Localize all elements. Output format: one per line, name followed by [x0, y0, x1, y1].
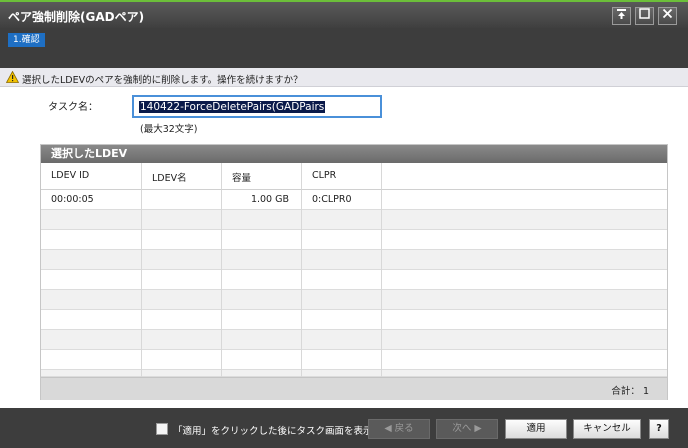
table-title: 選択したLDEV: [41, 145, 667, 163]
empty-cell: [302, 270, 382, 290]
empty-cell: [41, 330, 142, 350]
empty-cell: [41, 290, 142, 310]
empty-cell: [302, 250, 382, 270]
empty-cell: [142, 310, 222, 330]
empty-cell: [302, 290, 382, 310]
selected-ldev-table: 選択したLDEV LDEV ID LDEV名 容量 CLPR 00:00:05 …: [40, 144, 668, 400]
table-total: 合計： 1: [611, 383, 649, 397]
empty-cell: [302, 310, 382, 330]
empty-cell: [222, 290, 302, 310]
empty-cell: [142, 350, 222, 370]
window-title: ペア強制削除(GADペア): [8, 10, 145, 24]
empty-cell: [41, 230, 142, 250]
pin-button[interactable]: [612, 7, 631, 25]
empty-cell: [41, 310, 142, 330]
next-button[interactable]: 次へ ▶: [436, 419, 498, 439]
empty-cell: [222, 250, 302, 270]
total-label: 合計：: [611, 386, 640, 397]
empty-cell: [302, 230, 382, 250]
empty-cell: [41, 250, 142, 270]
empty-table-row: [41, 290, 667, 310]
column-ldev-name[interactable]: LDEV名: [142, 163, 222, 190]
empty-cell: [142, 290, 222, 310]
empty-cell: [302, 330, 382, 350]
empty-cell: [41, 210, 142, 230]
warning-message: 選択したLDEVのペアを強制的に削除します。操作を続けますか？: [22, 75, 303, 86]
apply-button[interactable]: 適用: [505, 419, 567, 439]
empty-table-row: [41, 210, 667, 230]
empty-cell: [222, 270, 302, 290]
back-button[interactable]: ◀ 戻る: [368, 419, 430, 439]
empty-cell: [222, 350, 302, 370]
close-button[interactable]: [658, 7, 677, 25]
column-clpr[interactable]: CLPR: [302, 163, 382, 190]
table-row[interactable]: 00:00:05 1.00 GB 0:CLPR0: [41, 190, 667, 210]
empty-cell: [222, 370, 302, 377]
empty-table-row: [41, 250, 667, 270]
title-bar: ペア強制削除(GADペア): [0, 0, 688, 28]
empty-cell: [302, 350, 382, 370]
empty-table-row: [41, 350, 667, 370]
empty-cell: [142, 370, 222, 377]
cell-ldev-name: [142, 190, 222, 210]
empty-cell: [222, 330, 302, 350]
bottom-bar: 「適用」をクリックした後にタスク画面を表示 ◀ 戻る 次へ ▶ 適用 キャンセル…: [0, 408, 688, 448]
empty-table-row: [41, 270, 667, 290]
column-ldev-id[interactable]: LDEV ID: [41, 163, 142, 190]
empty-cell: [222, 230, 302, 250]
cell-clpr: 0:CLPR0: [302, 190, 382, 210]
cell-capacity: 1.00 GB: [222, 190, 302, 210]
warning-icon: [6, 71, 19, 83]
column-capacity[interactable]: 容量: [222, 163, 302, 190]
empty-cell: [142, 210, 222, 230]
empty-cell: [302, 370, 382, 377]
task-name-value: 140422-ForceDeletePairs(GADPairs: [139, 101, 326, 113]
empty-cell: [302, 210, 382, 230]
table-footer: 合計： 1: [41, 377, 667, 400]
show-tasks-checkbox[interactable]: [156, 423, 168, 435]
empty-cell: [41, 350, 142, 370]
maximize-button[interactable]: [635, 7, 654, 25]
empty-cell: [142, 270, 222, 290]
close-icon: [662, 8, 673, 19]
empty-cell: [222, 210, 302, 230]
empty-cell: [222, 310, 302, 330]
empty-table-row: [41, 330, 667, 350]
empty-table-row: [41, 230, 667, 250]
empty-cell: [142, 330, 222, 350]
task-name-hint: (最大32文字): [140, 124, 198, 135]
empty-cell: [41, 270, 142, 290]
column-filler: [382, 163, 667, 190]
show-tasks-label: 「適用」をクリックした後にタスク画面を表示: [173, 426, 373, 437]
task-name-input[interactable]: 140422-ForceDeletePairs(GADPairs: [132, 95, 382, 118]
step-bar: 1.確認: [0, 28, 688, 68]
total-value: 1: [642, 386, 649, 397]
pin-icon: [617, 9, 626, 19]
empty-table-row: [41, 370, 667, 377]
step-confirm: 1.確認: [8, 33, 45, 47]
empty-table-row: [41, 310, 667, 330]
help-button[interactable]: ?: [649, 419, 669, 439]
task-name-label: タスク名：: [48, 102, 98, 113]
warning-bar: 選択したLDEVのペアを強制的に削除します。操作を続けますか？: [0, 68, 688, 87]
cancel-button[interactable]: キャンセル: [573, 419, 641, 439]
cell-ldev-id: 00:00:05: [41, 190, 142, 210]
empty-cell: [142, 250, 222, 270]
empty-cell: [41, 370, 142, 377]
maximize-icon: [639, 8, 650, 19]
empty-cell: [142, 230, 222, 250]
